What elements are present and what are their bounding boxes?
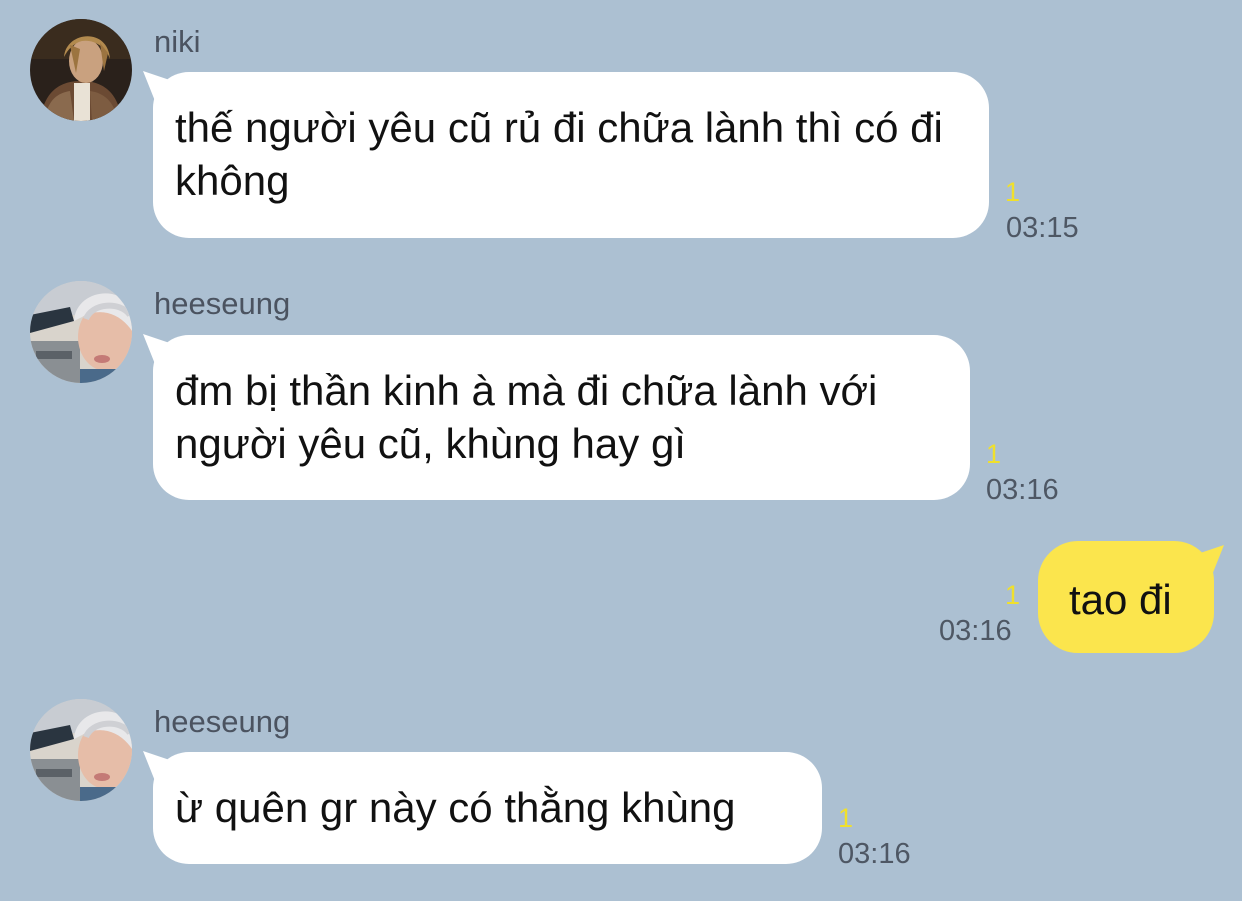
message-text: tao đi — [1069, 576, 1172, 623]
unread-count: 1 — [838, 803, 854, 833]
message-time: 03:16 — [986, 474, 1059, 506]
message-time: 03:16 — [838, 838, 911, 870]
sender-name: heeseung — [154, 704, 291, 739]
message-text: đm bị thần kinh à mà đi chữa lành với ng… — [175, 367, 878, 467]
message-time: 03:16 — [939, 615, 1012, 647]
message-time: 03:15 — [1006, 212, 1079, 244]
message-text: thế người yêu cũ rủ đi chữa lành thì có … — [175, 104, 943, 204]
unread-count: 1 — [986, 439, 1002, 469]
outgoing-message-bubble[interactable]: tao đi — [1038, 541, 1214, 653]
message-text: ừ quên gr này có thằng khùng — [175, 784, 736, 831]
unread-count: 1 — [1005, 580, 1021, 610]
message-bubble[interactable]: thế người yêu cũ rủ đi chữa lành thì có … — [153, 72, 989, 238]
sender-name: niki — [154, 24, 201, 59]
message-bubble[interactable]: ừ quên gr này có thằng khùng — [153, 752, 822, 864]
message-bubble[interactable]: đm bị thần kinh à mà đi chữa lành với ng… — [153, 335, 970, 500]
heeseung-avatar-icon[interactable] — [30, 281, 132, 383]
unread-count: 1 — [1005, 177, 1021, 207]
sender-name: heeseung — [154, 286, 291, 321]
niki-avatar-icon[interactable] — [30, 19, 132, 121]
heeseung-avatar-icon[interactable] — [30, 699, 132, 801]
